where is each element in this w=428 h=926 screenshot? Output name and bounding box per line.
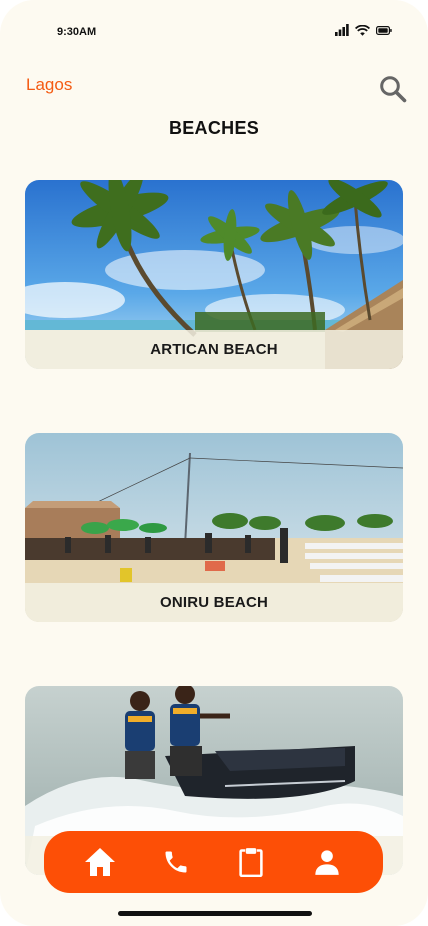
bottom-navigation	[44, 831, 383, 893]
nav-call-button[interactable]	[156, 842, 196, 882]
wifi-icon	[355, 24, 370, 36]
home-indicator	[118, 911, 312, 916]
nav-profile-button[interactable]	[307, 842, 347, 882]
search-button[interactable]	[378, 74, 408, 104]
person-icon	[315, 850, 339, 875]
beach-card-title: ARTICAN BEACH	[25, 330, 403, 369]
nav-home-button[interactable]	[80, 842, 120, 882]
beach-card-oniru[interactable]: ONIRU BEACH	[25, 433, 403, 622]
beach-card-title: ONIRU BEACH	[25, 583, 403, 622]
clipboard-icon	[239, 848, 264, 877]
beach-card-artican[interactable]: ARTICAN BEACH	[25, 180, 403, 369]
phone-icon	[165, 851, 187, 873]
app-screen: 9:30AM Lagos BEACHES ARTICAN BEACH ONIRU…	[0, 0, 428, 926]
status-bar: 9:30AM	[0, 0, 428, 60]
search-icon	[380, 76, 407, 103]
location-label[interactable]: Lagos	[26, 75, 72, 95]
status-time: 9:30AM	[57, 26, 97, 38]
cellular-signal-icon	[335, 24, 349, 36]
page-title: BEACHES	[168, 118, 260, 138]
battery-icon	[376, 25, 392, 35]
nav-bookings-button[interactable]	[231, 842, 271, 882]
home-icon	[84, 848, 115, 876]
status-icons	[335, 24, 392, 36]
